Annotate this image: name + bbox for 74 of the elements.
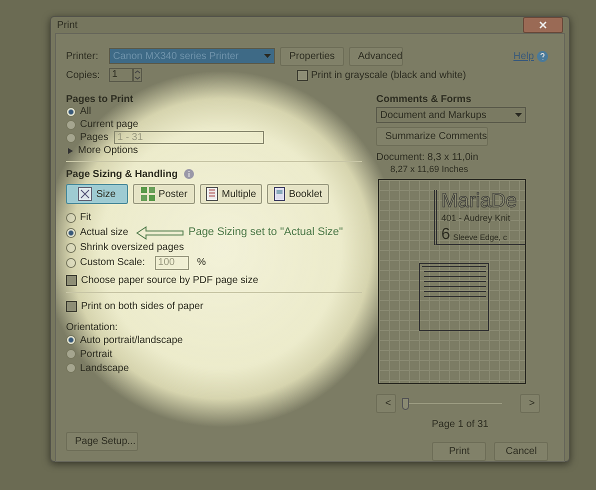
radio-button[interactable] bbox=[66, 335, 76, 345]
booklet-icon bbox=[274, 187, 285, 201]
properties-button[interactable]: Properties bbox=[280, 46, 344, 66]
unit-label: % bbox=[197, 256, 206, 270]
page-counter: Page 1 of 31 bbox=[432, 418, 488, 432]
option-label: Auto portrait/landscape bbox=[80, 334, 183, 348]
checkbox-label: Choose paper source by PDF page size bbox=[81, 274, 258, 288]
pages-field[interactable]: 1 - 31 bbox=[114, 131, 264, 144]
radio-button[interactable] bbox=[66, 258, 76, 268]
option-label: Fit bbox=[80, 211, 92, 225]
radio-button[interactable] bbox=[66, 212, 76, 222]
expand-arrow-icon[interactable] bbox=[68, 148, 73, 154]
next-page-button[interactable]: > bbox=[520, 394, 540, 413]
mode-tab[interactable]: Multiple bbox=[200, 184, 262, 204]
paper-size-text: 8,27 x 11,69 Inches bbox=[389, 163, 470, 176]
annotation-text: Page Sizing set to "Actual Size" bbox=[188, 225, 343, 240]
radio-button[interactable] bbox=[66, 363, 76, 373]
option-label: Current page bbox=[80, 118, 138, 132]
scale-field[interactable]: 100 bbox=[155, 256, 190, 270]
advanced-button[interactable]: Advanced bbox=[349, 46, 403, 66]
cancel-button[interactable]: Cancel bbox=[494, 442, 548, 461]
option-label: Shrink oversized pages bbox=[80, 241, 184, 255]
copies-label: Copies: bbox=[66, 68, 101, 82]
window-title: Print bbox=[57, 18, 78, 32]
more-options-toggle[interactable]: More Options bbox=[78, 143, 138, 158]
close-icon bbox=[539, 21, 547, 29]
preview-number: 6 bbox=[441, 226, 450, 244]
mode-tab[interactable]: Size bbox=[66, 184, 128, 204]
option-label: Portrait bbox=[80, 348, 112, 362]
grayscale-label: Print in grayscale (black and white) bbox=[311, 68, 466, 82]
radio-button[interactable] bbox=[66, 132, 76, 142]
info-icon[interactable] bbox=[184, 169, 194, 179]
help-icon[interactable] bbox=[537, 50, 548, 62]
option-label: All bbox=[80, 105, 92, 119]
mode-tab[interactable]: Booklet bbox=[267, 184, 329, 204]
previous-page-button[interactable]: < bbox=[376, 394, 396, 413]
pages-icon bbox=[206, 187, 218, 201]
radio-button[interactable] bbox=[66, 242, 76, 252]
mode-tab[interactable]: Poster bbox=[133, 184, 195, 204]
close-button[interactable] bbox=[523, 17, 563, 33]
caret-icon bbox=[264, 54, 271, 58]
radio-button[interactable] bbox=[66, 106, 76, 116]
measurement-table-drawing bbox=[419, 262, 490, 330]
checkbox-label: Print on both sides of paper bbox=[81, 300, 204, 314]
checkbox[interactable] bbox=[66, 301, 77, 312]
document-size-text: Document: 8,3 x 11,0in bbox=[376, 151, 480, 163]
copies-field[interactable]: 1 bbox=[109, 68, 133, 82]
section-heading: Comments & Forms bbox=[376, 93, 472, 105]
checkbox[interactable] bbox=[66, 275, 77, 286]
preview-text: Sleeve Edge, c bbox=[453, 232, 507, 244]
arrow-drawing bbox=[136, 226, 184, 240]
radio-button[interactable] bbox=[66, 120, 76, 130]
option-label: Actual size bbox=[80, 226, 128, 240]
option-label: Pages bbox=[80, 131, 108, 145]
preview-title: MariaDe bbox=[441, 190, 518, 212]
print-button[interactable]: Print bbox=[432, 442, 486, 461]
option-label: Custom Scale: bbox=[80, 256, 146, 270]
slider-thumb[interactable] bbox=[402, 398, 410, 410]
checkbox[interactable] bbox=[297, 70, 308, 80]
section-heading: Pages to Print bbox=[66, 93, 134, 105]
option-label: Landscape bbox=[80, 362, 129, 376]
tiles-icon bbox=[140, 187, 155, 201]
spinner-control[interactable] bbox=[133, 68, 142, 82]
printer-label: Printer: bbox=[66, 50, 100, 64]
summarize-comments-button[interactable]: Summarize Comments bbox=[376, 127, 488, 146]
comments-dropdown[interactable]: Document and Markups bbox=[376, 107, 526, 123]
resize-icon bbox=[78, 187, 92, 201]
section-heading: Page Sizing & Handling bbox=[66, 168, 178, 182]
page-setup-button[interactable]: Page Setup... bbox=[66, 432, 138, 450]
preview-text: 401 - Audrey Knit bbox=[441, 212, 512, 225]
caret-icon bbox=[515, 113, 522, 117]
radio-button[interactable] bbox=[66, 228, 76, 238]
section-heading: Orientation: bbox=[66, 321, 119, 333]
radio-button[interactable] bbox=[66, 349, 76, 359]
